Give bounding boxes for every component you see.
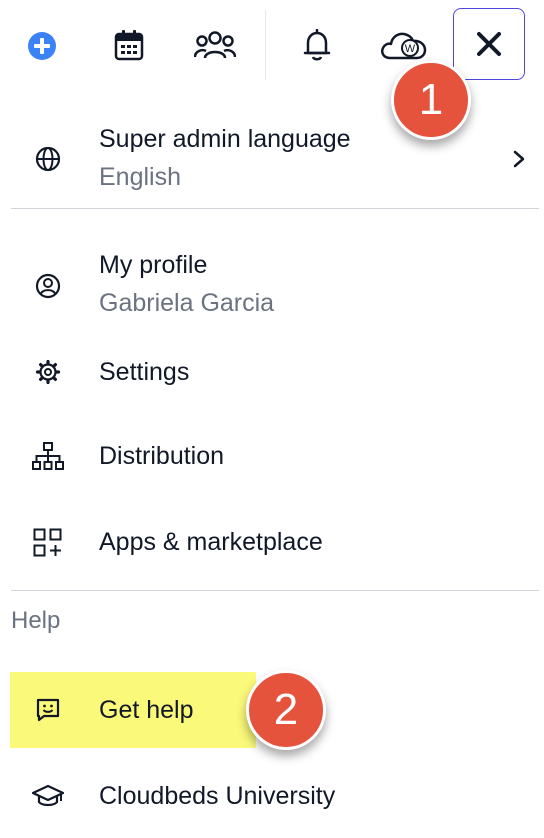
- menu-item-settings[interactable]: Settings: [0, 348, 544, 398]
- menu-item-university[interactable]: Cloudbeds University: [0, 772, 544, 822]
- settings-label: Settings: [99, 358, 190, 386]
- menu-divider: [11, 208, 539, 209]
- university-label: Cloudbeds University: [99, 782, 336, 810]
- sitemap-icon: [31, 442, 65, 470]
- menu-item-distribution[interactable]: Distribution: [0, 432, 544, 482]
- menu-item-language[interactable]: Super admin language English: [0, 120, 544, 208]
- distribution-label: Distribution: [99, 442, 225, 470]
- globe-icon: [34, 145, 62, 173]
- language-value: English: [99, 163, 181, 191]
- user-circle-icon: [34, 272, 62, 300]
- get-help-label: Get help: [99, 696, 194, 724]
- apps-label: Apps & marketplace: [99, 528, 323, 556]
- cloud-w-icon[interactable]: W: [378, 27, 428, 63]
- close-icon: [477, 32, 501, 56]
- calendar-icon[interactable]: [112, 28, 146, 62]
- add-icon[interactable]: [26, 30, 58, 62]
- apps-grid-icon: [32, 528, 64, 558]
- chevron-right-icon: [512, 149, 526, 169]
- users-icon[interactable]: [193, 28, 237, 62]
- toolbar-divider: [265, 10, 266, 80]
- menu-item-apps[interactable]: Apps & marketplace: [0, 518, 544, 568]
- bell-icon[interactable]: [302, 28, 332, 62]
- profile-label: My profile: [99, 251, 208, 279]
- graduation-cap-icon: [31, 782, 65, 810]
- svg-text:W: W: [405, 43, 416, 55]
- menu-item-profile[interactable]: My profile Gabriela Garcia: [0, 246, 544, 326]
- profile-name: Gabriela Garcia: [99, 289, 275, 317]
- gear-icon: [34, 358, 62, 386]
- language-label: Super admin language: [99, 125, 351, 153]
- close-button[interactable]: [453, 8, 525, 80]
- chat-smile-icon: [34, 696, 62, 724]
- annotation-badge-1: 1: [391, 60, 471, 140]
- annotation-badge-2: 2: [246, 670, 326, 750]
- help-section-title: Help: [11, 607, 61, 634]
- menu-divider: [11, 590, 539, 591]
